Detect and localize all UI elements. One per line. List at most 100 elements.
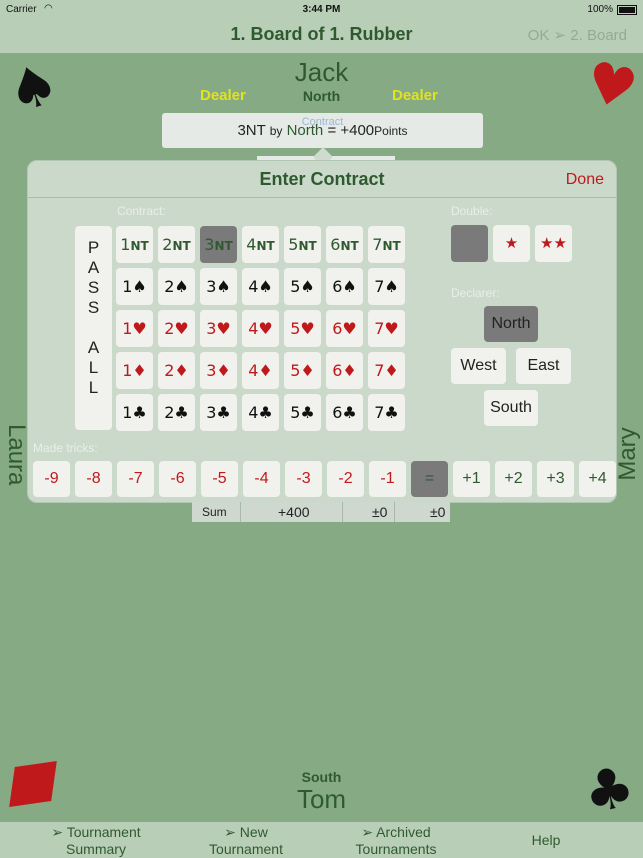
- contract-declarer: North: [286, 122, 324, 139]
- declarer-north-button[interactable]: North: [484, 306, 538, 342]
- contract-4-suit-button[interactable]: 4♥: [242, 310, 279, 347]
- contract-level: 3NT: [237, 122, 266, 139]
- declarer-south-button[interactable]: South: [484, 390, 538, 426]
- done-button[interactable]: Done: [566, 171, 604, 189]
- contract-4-suit-button[interactable]: 4♣: [242, 394, 279, 431]
- contract-2nt-button[interactable]: 2NT: [158, 226, 195, 263]
- popover-header: Enter Contract Done: [28, 161, 616, 198]
- made-tricks-button[interactable]: +3: [537, 461, 574, 497]
- contract-1-suit-button[interactable]: 1♠: [116, 268, 153, 305]
- battery-percent: 100%: [587, 4, 613, 15]
- contract-1-suit-button[interactable]: 1♣: [116, 394, 153, 431]
- contract-6-suit-button[interactable]: 6♦: [326, 352, 363, 389]
- contract-3-suit-button[interactable]: 3♦: [200, 352, 237, 389]
- sum-value-3: ±0: [430, 504, 446, 520]
- contract-by: by: [269, 124, 283, 138]
- next-board-button[interactable]: OK ➢ 2. Board: [528, 26, 627, 44]
- contract-7-suit-button[interactable]: 7♥: [368, 310, 405, 347]
- contract-3-suit-button[interactable]: 3♣: [200, 394, 237, 431]
- contract-1-suit-button[interactable]: 1♥: [116, 310, 153, 347]
- tab-new-tournament[interactable]: ➢ New Tournament: [176, 824, 316, 858]
- contract-3-suit-button[interactable]: 3♠: [200, 268, 237, 305]
- south-player-name[interactable]: Tom: [0, 784, 643, 815]
- contract-4nt-button[interactable]: 4NT: [242, 226, 279, 263]
- pass-letter: S: [87, 298, 100, 317]
- sum-label: Sum: [202, 505, 227, 519]
- north-player-name[interactable]: Jack: [0, 57, 643, 88]
- no-double-button[interactable]: [451, 225, 488, 262]
- contract-1nt-button[interactable]: 1NT: [116, 226, 153, 263]
- pass-letter: [75, 318, 112, 338]
- made-tricks-button[interactable]: +1: [453, 461, 490, 497]
- pass-letter: L: [88, 378, 99, 397]
- tab-archived-tournaments[interactable]: ➢ Archived Tournaments: [326, 824, 466, 858]
- navigation-bar: 1. Board of 1. Rubber OK ➢ 2. Board: [0, 20, 643, 54]
- made-tricks-button[interactable]: -7: [117, 461, 154, 497]
- contract-5nt-button[interactable]: 5NT: [284, 226, 321, 263]
- battery-icon: [617, 5, 637, 15]
- east-player-name[interactable]: Mary: [614, 424, 642, 484]
- redouble-button[interactable]: ★★: [535, 225, 572, 262]
- contract-3-suit-button[interactable]: 3♥: [200, 310, 237, 347]
- tab-tournament-summary[interactable]: ➢ Tournament Summary: [26, 824, 166, 858]
- made-tricks-button[interactable]: -3: [285, 461, 322, 497]
- contract-5-suit-button[interactable]: 5♠: [284, 268, 321, 305]
- contract-2-suit-button[interactable]: 2♠: [158, 268, 195, 305]
- pass-letter: A: [87, 258, 100, 277]
- made-tricks-label: Made tricks:: [33, 441, 98, 455]
- west-player-name[interactable]: Laura: [2, 424, 30, 485]
- contract-6-suit-button[interactable]: 6♥: [326, 310, 363, 347]
- tab-label-line1: Help: [531, 832, 561, 848]
- contract-4-suit-button[interactable]: 4♦: [242, 352, 279, 389]
- pass-letter: A: [87, 338, 100, 357]
- made-tricks-button[interactable]: =: [411, 461, 448, 497]
- contract-4-suit-button[interactable]: 4♠: [242, 268, 279, 305]
- contract-2-suit-button[interactable]: 2♥: [158, 310, 195, 347]
- contract-5-suit-button[interactable]: 5♦: [284, 352, 321, 389]
- double-label: Double:: [451, 204, 493, 218]
- north-seat-label: North: [302, 88, 341, 104]
- tab-bar: ➢ Tournament Summary ➢ New Tournament ➢ …: [0, 821, 643, 858]
- contract-5-suit-button[interactable]: 5♥: [284, 310, 321, 347]
- tab-label-line1: ➢ New: [224, 824, 268, 840]
- contract-summary[interactable]: Contract 3NT by North = +400Points: [162, 113, 483, 148]
- pass-letter: L: [88, 358, 99, 377]
- popover-title: Enter Contract: [259, 169, 385, 189]
- contract-7-suit-button[interactable]: 7♦: [368, 352, 405, 389]
- contract-summary-text: 3NT by North = +400Points: [162, 122, 483, 139]
- contract-7nt-button[interactable]: 7NT: [368, 226, 405, 263]
- contract-2-suit-button[interactable]: 2♣: [158, 394, 195, 431]
- tab-help[interactable]: Help: [476, 832, 616, 849]
- clock: 3:44 PM: [302, 4, 341, 15]
- enter-contract-popover: Enter Contract Done Contract: Double: De…: [27, 160, 617, 503]
- dealer-label-left: Dealer: [200, 87, 246, 104]
- tab-label-line2: Tournaments: [355, 841, 437, 857]
- made-tricks-button[interactable]: +4: [579, 461, 616, 497]
- contract-score: = +400: [327, 122, 375, 139]
- pass-letter: P: [87, 238, 100, 257]
- made-tricks-button[interactable]: -9: [33, 461, 70, 497]
- contract-6-suit-button[interactable]: 6♠: [326, 268, 363, 305]
- contract-7-suit-button[interactable]: 7♣: [368, 394, 405, 431]
- tab-label-line1: ➢ Tournament: [51, 824, 141, 840]
- dealer-label-right: Dealer: [392, 87, 438, 104]
- double-button[interactable]: ★: [493, 225, 530, 262]
- declarer-west-button[interactable]: West: [451, 348, 506, 384]
- made-tricks-button[interactable]: -1: [369, 461, 406, 497]
- made-tricks-button[interactable]: -2: [327, 461, 364, 497]
- contract-1-suit-button[interactable]: 1♦: [116, 352, 153, 389]
- declarer-east-button[interactable]: East: [516, 348, 571, 384]
- made-tricks-button[interactable]: +2: [495, 461, 532, 497]
- contract-6-suit-button[interactable]: 6♣: [326, 394, 363, 431]
- made-tricks-button[interactable]: -4: [243, 461, 280, 497]
- contract-7-suit-button[interactable]: 7♠: [368, 268, 405, 305]
- contract-5-suit-button[interactable]: 5♣: [284, 394, 321, 431]
- made-tricks-button[interactable]: -5: [201, 461, 238, 497]
- contract-3nt-button[interactable]: 3NT: [200, 226, 237, 263]
- tab-label-line2: Tournament: [209, 841, 283, 857]
- contract-6nt-button[interactable]: 6NT: [326, 226, 363, 263]
- made-tricks-button[interactable]: -8: [75, 461, 112, 497]
- contract-2-suit-button[interactable]: 2♦: [158, 352, 195, 389]
- pass-all-button[interactable]: PASS ALL: [75, 226, 112, 430]
- made-tricks-button[interactable]: -6: [159, 461, 196, 497]
